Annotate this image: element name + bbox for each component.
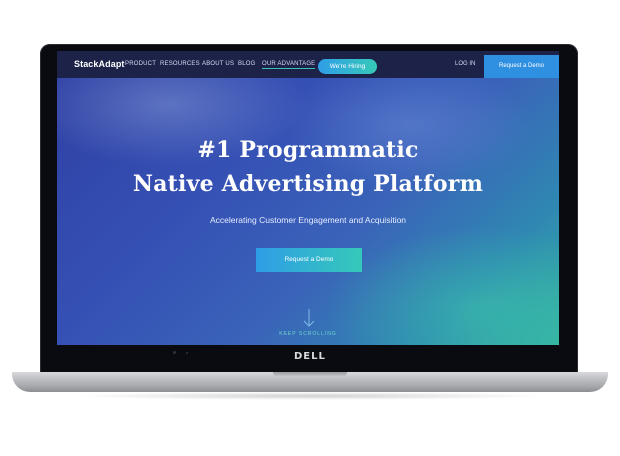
hero-title-line1: #1 Programmatic <box>197 137 419 163</box>
nav-link-our-advantage[interactable]: OUR ADVANTAGE <box>262 61 316 69</box>
login-link[interactable]: LOG IN <box>455 61 475 67</box>
laptop-base <box>12 372 608 392</box>
nav-link-about-us[interactable]: ABOUT US <box>202 61 234 67</box>
browser-screen: StackAdapt PRODUCT RESOURCES ABOUT US BL… <box>57 51 559 345</box>
sensor-icon <box>186 352 188 354</box>
nav-link-product[interactable]: PRODUCT <box>125 61 156 67</box>
nav-link-resources[interactable]: RESOURCES <box>160 61 200 67</box>
keep-scrolling-label: KEEP SCROLLING <box>279 331 337 337</box>
request-demo-hero-button[interactable]: Request a Demo <box>256 248 362 272</box>
nav-link-blog[interactable]: BLOG <box>238 61 255 67</box>
request-demo-nav-button[interactable]: Request a Demo <box>484 55 559 78</box>
hero-title-line2: Native Advertising Platform <box>132 171 484 197</box>
dell-logo: DELL <box>294 351 326 362</box>
hiring-button[interactable]: We're Hiring <box>318 59 377 74</box>
lid-opening-notch <box>273 372 347 377</box>
site-logo[interactable]: StackAdapt <box>74 59 125 69</box>
webcam-icon <box>173 351 176 354</box>
hero-subtitle: Accelerating Customer Engagement and Acq… <box>209 215 407 225</box>
laptop-shadow <box>70 392 550 400</box>
arrow-down-icon[interactable] <box>302 308 316 328</box>
top-navbar: StackAdapt PRODUCT RESOURCES ABOUT US BL… <box>57 51 559 78</box>
